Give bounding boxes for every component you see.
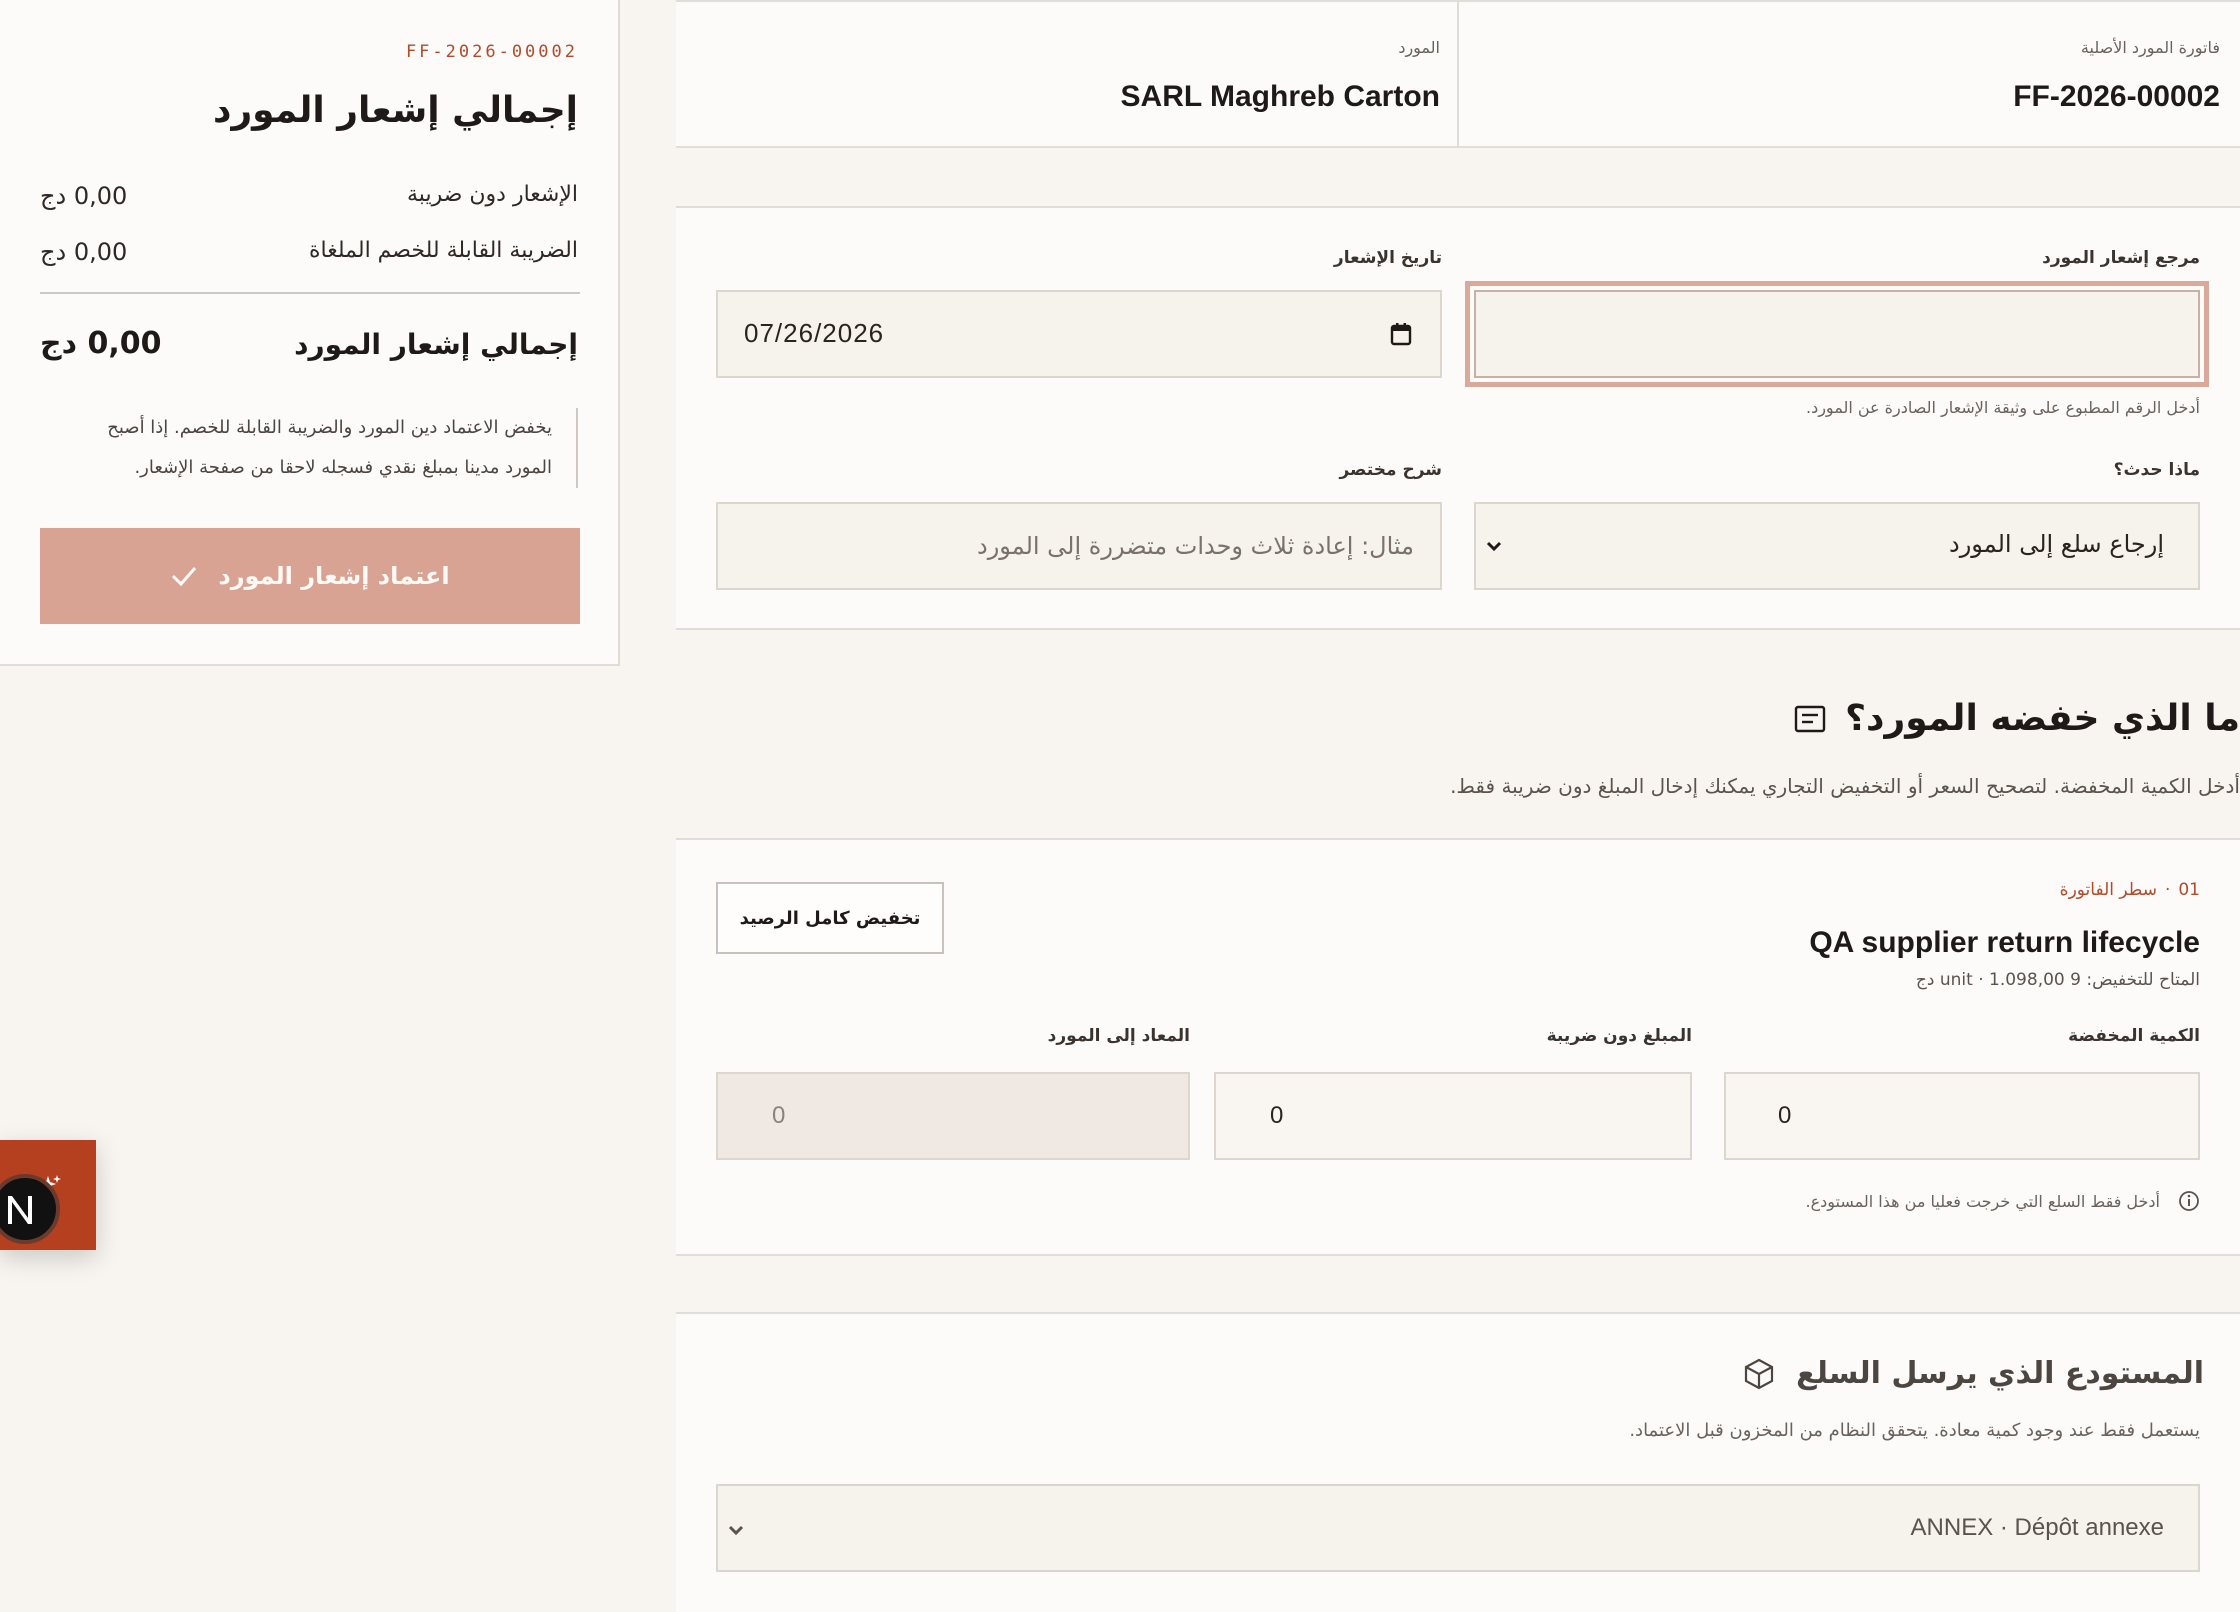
- calendar-icon[interactable]: [1390, 322, 1412, 346]
- qty-input[interactable]: 0: [1724, 1072, 2200, 1160]
- line-kind: سطر الفاتورة: [2059, 880, 2157, 900]
- credit-note-form: مرجع إشعار المورد أدخل الرقم المطبوع على…: [676, 206, 2240, 630]
- desc-placeholder: مثال: إعادة ثلاث وحدات متضررة إلى المورد: [977, 532, 1414, 560]
- ref-help: أدخل الرقم المطبوع على وثيقة الإشعار الص…: [1805, 398, 2200, 417]
- amount-label: المبلغ دون ضريبة: [1546, 1026, 1692, 1046]
- amount-input[interactable]: 0: [1214, 1072, 1692, 1160]
- summary-panel: FF-2026-00002 إجمالي إشعار المورد الإشعا…: [0, 0, 620, 666]
- original-invoice-value: FF-2026-00002: [2013, 80, 2220, 113]
- ref-label: مرجع إشعار المورد: [2042, 248, 2200, 268]
- summary-ref: FF-2026-00002: [405, 42, 578, 62]
- qty-label: الكمية المخفضة: [2068, 1026, 2200, 1046]
- returned-label: المعاد إلى المورد: [1047, 1026, 1190, 1046]
- check-icon: [172, 567, 197, 587]
- warehouse-title: المستودع الذي يرسل السلع: [1796, 1356, 2204, 1391]
- invoice-line-card: 01 · سطر الفاتورة QA supplier return lif…: [676, 838, 2240, 1256]
- line-meta: 01 · سطر الفاتورة: [2059, 880, 2200, 900]
- summary-title: إجمالي إشعار المورد: [212, 90, 578, 131]
- chevron-down-icon: [1486, 541, 1502, 552]
- desc-input[interactable]: مثال: إعادة ثلاث وحدات متضررة إلى المورد: [716, 502, 1442, 590]
- warehouse-select[interactable]: ANNEX · Dépôt annexe: [716, 1484, 2200, 1572]
- row-value: 0,00 دج: [40, 238, 128, 266]
- receipt-icon: [1794, 705, 1826, 732]
- returned-input: 0: [716, 1072, 1190, 1160]
- what-value: إرجاع سلع إلى المورد: [1949, 530, 2164, 558]
- original-invoice-label: فاتورة المورد الأصلية: [2080, 38, 2220, 57]
- line-note: أدخل فقط السلع التي خرجت فعليا من هذا ال…: [1806, 1190, 2201, 1212]
- main-content: فاتورة المورد الأصلية FF-2026-00002 المو…: [676, 0, 2240, 1612]
- row-value: 0,00 دج: [40, 182, 128, 210]
- warehouse-header: المستودع الذي يرسل السلع: [1742, 1356, 2204, 1391]
- date-label: تاريخ الإشعار: [1333, 248, 1442, 268]
- divider: [40, 292, 580, 294]
- line-note-text: أدخل فقط السلع التي خرجت فعليا من هذا ال…: [1805, 1191, 2161, 1211]
- date-input[interactable]: 07/26/2026: [716, 290, 1442, 378]
- invoice-info-card: فاتورة المورد الأصلية FF-2026-00002 المو…: [676, 0, 2240, 148]
- confirm-button[interactable]: اعتماد إشعار المورد: [40, 528, 580, 624]
- row-label: الإشعار دون ضريبة: [407, 182, 578, 207]
- info-icon: [2179, 1191, 2199, 1211]
- ref-input[interactable]: [1465, 281, 2209, 387]
- divider: [1457, 2, 1459, 148]
- date-value: 07/26/2026: [744, 318, 885, 348]
- reduce-section-header: ما الذي خفضه المورد؟: [1793, 698, 2240, 739]
- row-label: الضريبة القابلة للخصم الملغاة: [309, 238, 578, 263]
- warehouse-selected: ANNEX · Dépôt annexe: [1910, 1514, 2164, 1541]
- line-available: المتاح للتخفيض: 9 unit · 1.098,00 دج: [1915, 970, 2200, 990]
- desc-label: شرح مختصر: [1339, 460, 1442, 480]
- total-value: 0,00 دج: [40, 326, 162, 361]
- summary-note: يخفض الاعتماد دين المورد والضريبة القابل…: [58, 408, 578, 488]
- chevron-down-icon: [728, 1525, 744, 1536]
- what-label: ماذا حدث؟: [2113, 460, 2200, 480]
- what-select[interactable]: إرجاع سلع إلى المورد: [1474, 502, 2200, 590]
- warehouse-subtitle: يستعمل فقط عند وجود كمية معادة. يتحقق ال…: [1629, 1420, 2200, 1441]
- line-number: 01: [2178, 880, 2200, 900]
- supplier-label: المورد: [1398, 38, 1440, 57]
- line-title: QA supplier return lifecycle: [1809, 926, 2200, 959]
- reduce-section-subtitle: أدخل الكمية المخفضة. لتصحيح السعر أو الت…: [1450, 774, 2240, 798]
- total-label: إجمالي إشعار المورد: [294, 328, 578, 361]
- warehouse-card: المستودع الذي يرسل السلع يستعمل فقط عند …: [676, 1312, 2240, 1612]
- supplier-value: SARL Maghreb Carton: [1120, 80, 1440, 113]
- full-reduce-button[interactable]: تخفيض كامل الرصيد: [716, 882, 944, 954]
- box-icon: [1745, 1358, 1774, 1389]
- reduce-section-title: ما الذي خفضه المورد؟: [1845, 698, 2240, 739]
